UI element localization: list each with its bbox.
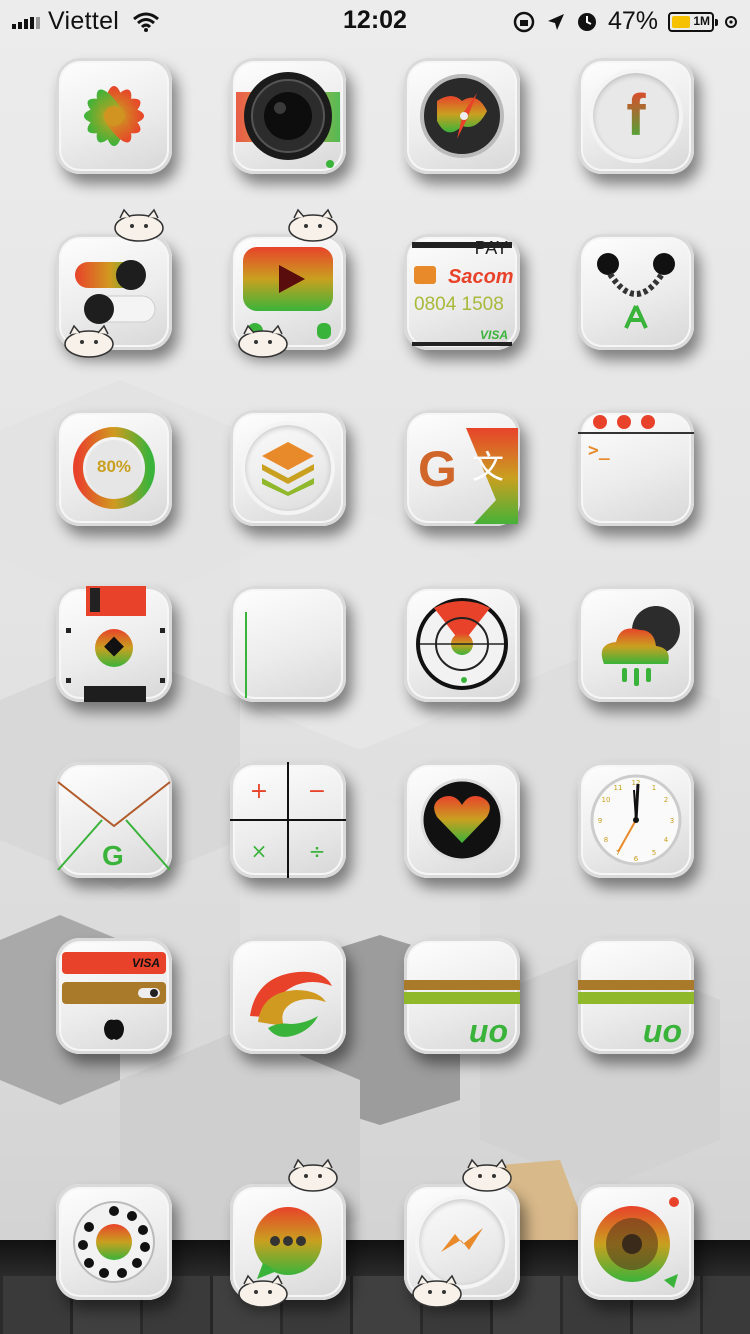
calculator-icon: + − × ÷: [230, 762, 346, 878]
rotation-lock-icon: [513, 11, 535, 32]
radar-app[interactable]: [404, 586, 520, 702]
facebook-icon: f: [626, 83, 646, 148]
camera-app[interactable]: [230, 58, 346, 174]
svg-text:÷: ÷: [309, 839, 326, 863]
clock-icon: 1212 345 678 91011: [590, 774, 682, 866]
alarm-icon: [577, 12, 596, 31]
svg-text:9: 9: [598, 817, 602, 825]
pay-visa: VISA: [479, 328, 508, 342]
status-bar: Viettel 12:02 47% 1M: [0, 0, 750, 40]
cat-sticker-icon: [238, 1274, 288, 1308]
swirl-app[interactable]: [230, 938, 346, 1054]
location-arrow-icon: [547, 13, 564, 30]
radar-icon: [416, 598, 508, 690]
svg-text:4: 4: [664, 836, 669, 844]
flower-app[interactable]: [56, 58, 172, 174]
weather-app[interactable]: [578, 586, 694, 702]
speaker-icon: [594, 1197, 679, 1288]
svg-text:10: 10: [602, 796, 611, 804]
rotary-phone-icon: [73, 1201, 155, 1283]
terminal-titlebar: [578, 415, 694, 434]
terminal-icon: >_: [588, 440, 610, 461]
safari-app[interactable]: [404, 58, 520, 174]
translate-app[interactable]: 文 G: [404, 410, 520, 526]
svg-text:−: −: [308, 779, 326, 804]
svg-text:6: 6: [634, 855, 639, 863]
svg-text:文: 文: [472, 448, 504, 486]
cat-sticker-icon: [64, 324, 114, 358]
uo-app-2[interactable]: uo: [578, 938, 694, 1054]
terminal-app[interactable]: >_: [578, 410, 694, 526]
toggle-settings-icon: [75, 260, 156, 324]
svg-text:5: 5: [652, 849, 656, 857]
floppy-disk-icon: [66, 586, 165, 702]
battery-label: 1M: [693, 13, 710, 28]
cat-sticker-icon: [238, 324, 288, 358]
cat-sticker-icon: [412, 1274, 462, 1308]
uo-label: uo: [468, 1013, 508, 1049]
battery-percent: 47%: [607, 7, 658, 35]
mail-letter: G: [102, 840, 124, 871]
chip-icon: [414, 266, 436, 284]
clock-app[interactable]: 12 1 2 345 678 9 10 11: [578, 762, 694, 878]
svg-text:1: 1: [652, 784, 656, 792]
wallet-visa: VISA: [131, 956, 160, 970]
swirl-icon: [250, 971, 332, 1037]
pay-label: PAY: [474, 238, 508, 258]
pay-app[interactable]: PAY Sacom 0804 1508 VISA: [404, 234, 520, 350]
health-app[interactable]: [404, 762, 520, 878]
gear-icon: [725, 15, 737, 28]
flower-icon: [84, 86, 144, 146]
svg-text:3: 3: [670, 817, 674, 825]
battery-app[interactable]: 80%: [56, 410, 172, 526]
svg-text:11: 11: [614, 784, 623, 792]
cat-sticker-icon: [288, 208, 338, 242]
notes-icon: [234, 612, 342, 698]
messenger-icon: [441, 1228, 483, 1252]
wallet-app[interactable]: VISA: [56, 938, 172, 1054]
notes-app[interactable]: [230, 586, 346, 702]
cat-sticker-icon: [462, 1158, 512, 1192]
calculator-app[interactable]: + − × ÷: [230, 762, 346, 878]
battery-ring-label: 80%: [96, 457, 132, 476]
cat-sticker-icon: [288, 1158, 338, 1192]
pay-bank: Sacom: [448, 266, 514, 288]
headphones-icon: [597, 253, 675, 329]
svg-text:8: 8: [604, 836, 608, 844]
phone-app[interactable]: [56, 1184, 172, 1300]
camera-icon: [236, 72, 340, 168]
weather-icon: [601, 606, 680, 686]
pay-number: 0804 1508: [414, 294, 504, 315]
svg-text:+: +: [250, 779, 268, 804]
floppy-app[interactable]: [56, 586, 172, 702]
svg-text:2: 2: [664, 796, 668, 804]
heart-icon: [420, 778, 504, 862]
uo-label: uo: [642, 1013, 682, 1049]
compass-icon: [420, 74, 504, 158]
mail-app[interactable]: G: [56, 762, 172, 878]
layers-icon: [262, 442, 314, 496]
battery-icon: 1M: [668, 11, 718, 32]
google-g: G: [418, 441, 457, 497]
card-stripe: [412, 342, 512, 346]
layers-app[interactable]: [230, 410, 346, 526]
uo-app-1[interactable]: uo: [404, 938, 520, 1054]
cat-sticker-icon: [114, 208, 164, 242]
facebook-app[interactable]: f: [578, 58, 694, 174]
music-app[interactable]: [578, 1184, 694, 1300]
svg-text:×: ×: [251, 839, 268, 863]
cydia-app[interactable]: [578, 234, 694, 350]
